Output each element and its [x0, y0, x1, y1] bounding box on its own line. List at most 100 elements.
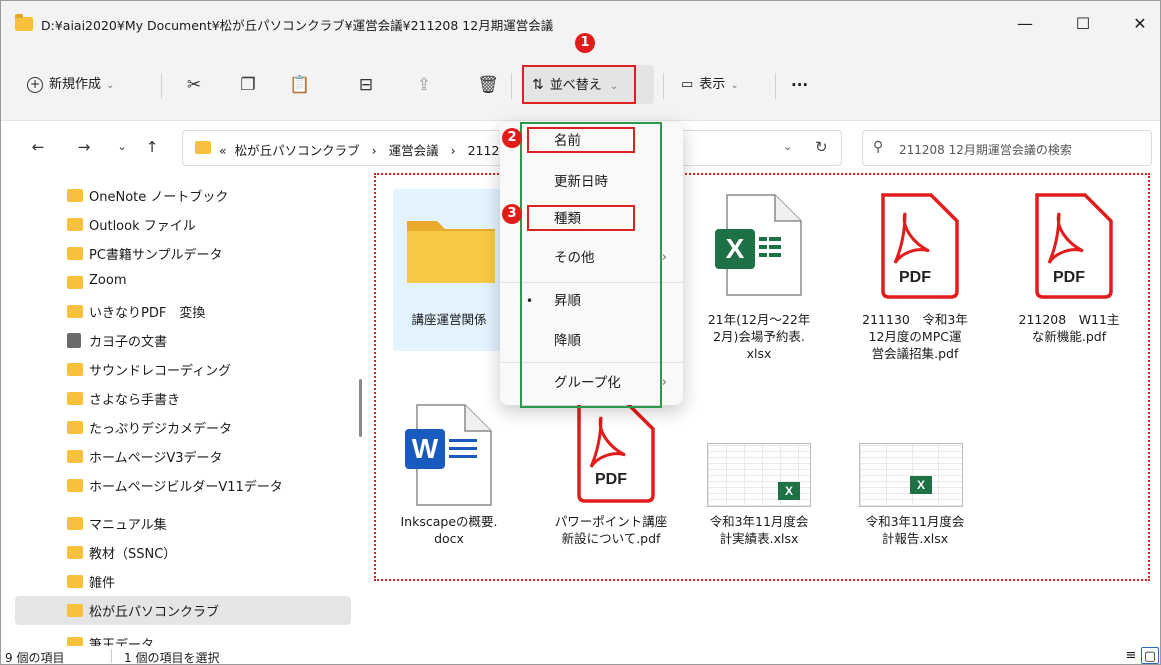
new-button[interactable]: + 新規作成 ⌄ [27, 72, 114, 98]
folder-icon [67, 392, 83, 405]
sidebar-item-label: ホームページビルダーV11データ [89, 480, 283, 495]
folder-icon [67, 546, 83, 559]
folder-icon [67, 363, 83, 376]
sidebar-item-selected[interactable]: 松が丘パソコンクラブ [15, 596, 351, 625]
sidebar-item-label: PC書籍サンプルデータ [89, 248, 223, 263]
sidebar-item[interactable]: いきなりPDF 変換 [15, 297, 351, 326]
annotation-badge-3: 3 [502, 204, 522, 224]
sidebar-item[interactable]: 雑件 [15, 567, 351, 596]
sidebar-item[interactable]: 教材（SSNC） [15, 538, 351, 567]
sidebar-item[interactable]: PC書籍サンプルデータ [15, 239, 351, 268]
sidebar-item[interactable]: ホームページV3データ [15, 442, 351, 471]
forward-arrow-icon[interactable]: → [73, 136, 95, 158]
folder-icon [67, 305, 83, 318]
folder-icon [67, 247, 83, 260]
sidebar-item[interactable]: サウンドレコーディング [15, 355, 351, 384]
sidebar-item-label: 雑件 [89, 576, 116, 591]
annotation-badge-1: 1 [575, 33, 595, 53]
close-button[interactable]: ✕ [1125, 11, 1155, 37]
tiles-view-icon[interactable]: ▢ [1141, 647, 1159, 664]
sidebar-item-label: サウンドレコーディング [89, 364, 232, 379]
folder-icon [67, 421, 83, 434]
plus-circle-icon: + [27, 76, 43, 93]
recent-chevron-icon[interactable]: ⌄ [111, 136, 133, 158]
new-button-label: 新規作成 [49, 77, 102, 92]
copy-icon[interactable]: ❐ [235, 72, 261, 98]
sidebar-item[interactable]: さよなら手書き [15, 384, 351, 413]
sidebar-item[interactable]: カヨ子の文書 [15, 326, 351, 355]
chevron-right-icon: › [661, 250, 667, 265]
delete-icon[interactable]: 🗑 [475, 72, 501, 98]
sidebar-item-label: 松が丘パソコンクラブ [89, 605, 220, 620]
sidebar-item[interactable]: マニュアル集 [15, 509, 351, 538]
sidebar-item[interactable]: Outlook ファイル [15, 210, 351, 239]
window-title: D:¥aiai2020¥My Document¥松が丘パソコンクラブ¥運営会議¥… [41, 18, 554, 33]
annotation-content-outline [374, 173, 1150, 581]
selection-count: 1 個の項目を選択 [124, 651, 220, 665]
status-bar: 9 個の項目 1 個の項目を選択 ≡ ▢ [1, 646, 1160, 665]
sidebar-item[interactable]: OneNote ノートブック [15, 181, 351, 210]
sidebar-item-label: OneNote ノートブック [89, 190, 229, 205]
more-options-button[interactable]: ··· [791, 72, 808, 98]
share-icon[interactable]: ⇪ [411, 72, 437, 98]
folder-icon [195, 141, 211, 154]
details-view-icon[interactable]: ≡ [1122, 647, 1140, 664]
breadcrumb-overflow[interactable]: « [219, 143, 227, 158]
folder-icon [15, 14, 33, 31]
sidebar-item-label: さよなら手書き [89, 393, 181, 408]
folder-icon [67, 637, 83, 646]
sidebar-scrollbar[interactable] [359, 379, 362, 437]
toolbar-divider [511, 73, 512, 99]
up-arrow-icon[interactable]: ↑ [141, 136, 163, 158]
annotation-highlight-sort [522, 65, 636, 104]
cut-icon[interactable]: ✂ [181, 72, 207, 98]
sidebar-item-label: カヨ子の文書 [89, 335, 168, 350]
chevron-right-icon: › [661, 375, 667, 390]
explorer-window: D:¥aiai2020¥My Document¥松が丘パソコンクラブ¥運営会議¥… [0, 0, 1161, 665]
breadcrumb-separator-icon: › [371, 143, 377, 158]
sidebar-item[interactable]: 筆王データ [15, 629, 351, 646]
toolbar-divider [663, 73, 664, 99]
sidebar-item-label: Zoom [89, 273, 127, 288]
sidebar-item-label: ホームページV3データ [89, 451, 223, 466]
folder-icon [67, 276, 83, 289]
maximize-button[interactable]: ☐ [1068, 11, 1098, 37]
item-count: 9 個の項目 [5, 651, 65, 665]
breadcrumb-separator-icon: › [450, 143, 456, 158]
folder-icon [67, 479, 83, 492]
chevron-down-icon: ⌄ [730, 80, 739, 91]
annotation-badge-2: 2 [502, 128, 522, 148]
sidebar-item-label: たっぷりデジカメデータ [89, 422, 233, 437]
folder-icon [67, 189, 83, 202]
sidebar-item-label: マニュアル集 [89, 518, 167, 533]
rename-icon[interactable]: ⊟ [353, 72, 379, 98]
folder-icon [67, 517, 83, 530]
folder-icon [67, 604, 83, 617]
sidebar-item-label: 筆王データ [89, 638, 155, 646]
sidebar-item[interactable]: Zoom [15, 268, 351, 297]
toolbar-divider [161, 73, 162, 99]
search-icon: ⚲ [873, 139, 884, 155]
folder-icon [67, 218, 83, 231]
refresh-icon[interactable]: ↻ [815, 138, 828, 156]
view-icon: ▭ [681, 77, 694, 92]
view-button[interactable]: ▭ 表示 ⌄ [681, 72, 739, 98]
paste-icon[interactable]: 📋 [287, 72, 313, 98]
toolbar-divider [775, 73, 776, 99]
chevron-down-icon: ⌄ [106, 80, 115, 91]
status-divider [111, 649, 112, 663]
sidebar-item-label: 教材（SSNC） [89, 547, 177, 562]
breadcrumb-item[interactable]: 運営会議 [389, 143, 439, 158]
back-arrow-icon[interactable]: ← [27, 136, 49, 158]
sidebar-item[interactable]: ホームページビルダーV11データ [15, 471, 351, 500]
breadcrumb-item[interactable]: 松が丘パソコンクラブ [235, 143, 360, 158]
folder-icon [67, 450, 83, 463]
sidebar-item[interactable]: たっぷりデジカメデータ [15, 413, 351, 442]
minimize-button[interactable]: — [1010, 11, 1040, 37]
sidebar-item-label: Outlook ファイル [89, 219, 196, 234]
annotation-highlight-type [527, 205, 635, 231]
search-box[interactable]: ⚲ 211208 12月期運営会議の検索 [862, 130, 1152, 166]
address-history-icon[interactable]: ⌄ [783, 140, 792, 153]
folder-icon [67, 575, 83, 588]
annotation-highlight-name [527, 127, 635, 153]
